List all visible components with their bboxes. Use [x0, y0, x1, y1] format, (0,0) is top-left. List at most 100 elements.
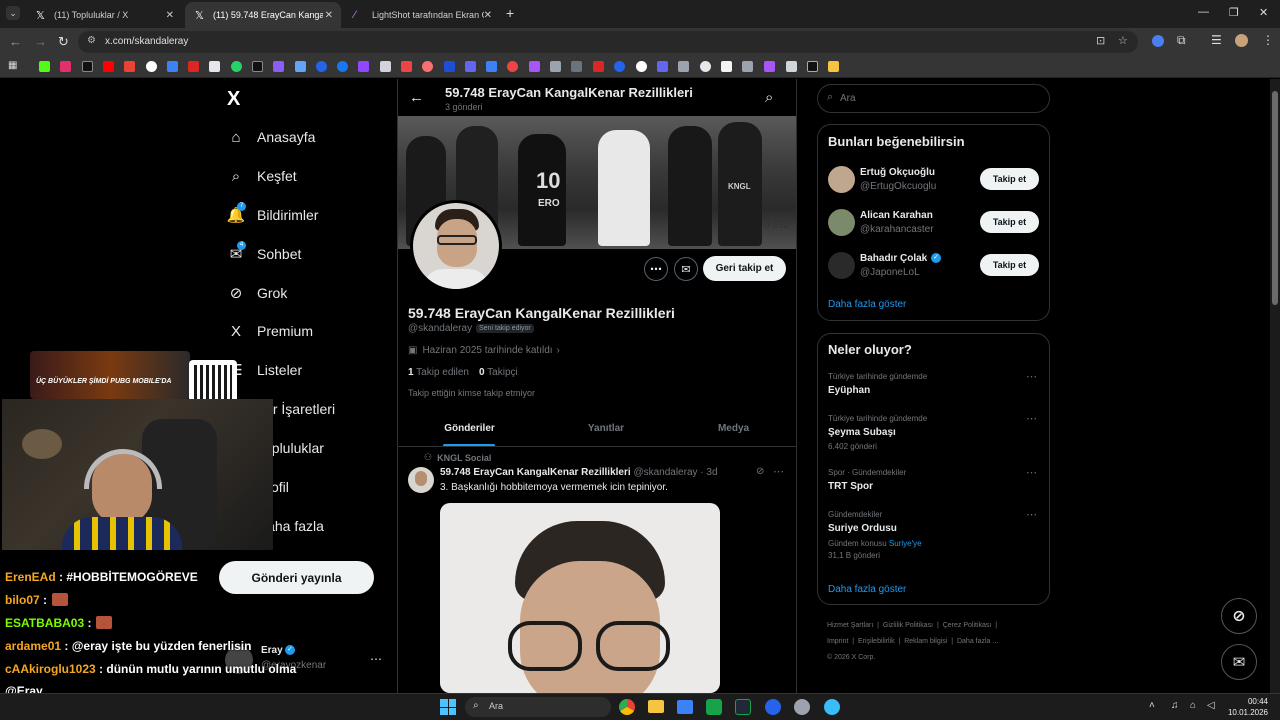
- bookmark-icon[interactable]: [295, 61, 306, 72]
- bookmark-icon[interactable]: [721, 61, 732, 72]
- search-box[interactable]: ⌕ Ara: [817, 84, 1050, 113]
- who-to-follow-row[interactable]: Ertuğ Okçuoğlu @ErtugOkcuoglu Takip et: [818, 162, 1049, 198]
- suggested-user-name[interactable]: Alican Karahan: [860, 210, 933, 221]
- back-icon[interactable]: ←: [9, 34, 22, 49]
- minimize-window-icon[interactable]: —: [1198, 6, 1209, 18]
- browser-tab-3[interactable]: ⁄ LightShot tarafından Ekran Gör... ✕: [344, 2, 500, 28]
- explorer-taskbar-icon[interactable]: [648, 700, 664, 713]
- tray-chevron-icon[interactable]: ˄: [1149, 700, 1155, 711]
- grok-icon[interactable]: ⊘: [756, 466, 764, 477]
- bookmark-icon[interactable]: [380, 61, 391, 72]
- bookmark-instagram-icon[interactable]: [60, 61, 71, 72]
- who-to-follow-row[interactable]: Bahadır Çolak ✓ @JaponeLoL Takip et: [818, 248, 1049, 284]
- address-bar[interactable]: ⚙ x.com/skandaleray ⊡ ☆: [78, 31, 1138, 53]
- x-logo[interactable]: X: [227, 88, 240, 111]
- bookmark-x-icon[interactable]: [82, 61, 93, 72]
- steam-taskbar-icon[interactable]: [794, 699, 810, 715]
- puzzle-icon[interactable]: ⧉: [1177, 33, 1186, 48]
- trend-more-icon[interactable]: ⋯: [1026, 370, 1037, 383]
- bookmark-gmail-icon[interactable]: [124, 61, 135, 72]
- close-window-icon[interactable]: ✕: [1259, 6, 1268, 19]
- show-more-link[interactable]: Daha fazla göster: [828, 299, 906, 310]
- bookmark-icon[interactable]: [273, 61, 284, 72]
- sidebar-icon[interactable]: ☰: [1211, 33, 1222, 47]
- post-more-icon[interactable]: ⋯: [773, 465, 784, 478]
- avatar[interactable]: [828, 209, 855, 236]
- browser-tab-1[interactable]: 𝕏 (11) Topluluklar / X ✕: [26, 2, 182, 28]
- bookmark-whatsapp-icon[interactable]: [231, 61, 242, 72]
- bookmark-icon[interactable]: [678, 61, 689, 72]
- site-info-icon[interactable]: ⚙: [87, 35, 96, 46]
- bookmark-icon[interactable]: [465, 61, 476, 72]
- app-taskbar-icon[interactable]: [706, 699, 722, 715]
- bookmark-icon[interactable]: [614, 61, 625, 72]
- start-icon[interactable]: [440, 699, 456, 715]
- post-image[interactable]: [440, 503, 720, 693]
- bookmark-icon[interactable]: [316, 61, 327, 72]
- footer-link[interactable]: Reklam bilgisi: [904, 638, 947, 645]
- profile-avatar-icon[interactable]: [1235, 34, 1248, 47]
- bookmark-icon[interactable]: [507, 61, 518, 72]
- browser-tab-2[interactable]: 𝕏 (11) 59.748 ErayCan KangalKenar Rezill…: [185, 2, 341, 28]
- bookmark-icon[interactable]: [401, 61, 412, 72]
- footer-link[interactable]: Hizmet Şartları: [827, 622, 873, 629]
- tab-replies[interactable]: Yanıtlar: [541, 412, 671, 446]
- suggested-user-name[interactable]: Ertuğ Okçuoğlu: [860, 167, 935, 178]
- bookmark-icon[interactable]: [486, 61, 497, 72]
- bookmark-google-icon[interactable]: [146, 61, 157, 72]
- sidebar-item-4[interactable]: ✉ 4 Sohbet: [227, 241, 301, 263]
- bookmark-icon[interactable]: [422, 61, 433, 72]
- more-options-button[interactable]: ⋯: [644, 257, 668, 281]
- sidebar-item-1[interactable]: ⌂ Anasayfa: [227, 128, 315, 146]
- bookmark-icon[interactable]: [444, 61, 455, 72]
- messages-floating-button[interactable]: ✉: [1221, 644, 1257, 680]
- excel-taskbar-icon[interactable]: [735, 699, 751, 715]
- post-time[interactable]: · 3d: [700, 467, 717, 478]
- scrollbar-thumb[interactable]: [1272, 91, 1278, 305]
- trend-item[interactable]: Spor · Gündemdekiler TRT Spor ⋯: [818, 466, 1049, 508]
- page-scrollbar[interactable]: [1270, 79, 1280, 693]
- reload-icon[interactable]: ↻: [58, 34, 69, 50]
- photos-taskbar-icon[interactable]: [677, 700, 693, 714]
- bookmark-icon[interactable]: [807, 61, 818, 72]
- post-author[interactable]: 59.748 ErayCan KangalKenar Rezillikleri: [440, 467, 631, 478]
- post-avatar[interactable]: [408, 467, 434, 493]
- footer-link[interactable]: Daha fazla ...: [957, 638, 998, 645]
- maximize-window-icon[interactable]: ❐: [1229, 6, 1239, 19]
- bookmark-icon[interactable]: [529, 61, 540, 72]
- following-link[interactable]: 1 Takip edilen: [408, 367, 469, 378]
- bookmark-icon[interactable]: [571, 61, 582, 72]
- forward-icon[interactable]: →: [34, 34, 47, 49]
- microphone-icon[interactable]: ♫: [1171, 700, 1179, 711]
- network-icon[interactable]: ⌂: [1190, 700, 1196, 711]
- trend-more-icon[interactable]: ⋯: [1026, 466, 1037, 479]
- follow-button[interactable]: Takip et: [980, 211, 1039, 233]
- sidebar-item-7[interactable]: ☰Listeler: [227, 361, 302, 379]
- apps-grid-icon[interactable]: ▦: [8, 60, 17, 71]
- trend-item[interactable]: Türkiye tarihinde gündemde Eyüphan ⋯: [818, 370, 1049, 412]
- sidebar-item-3[interactable]: 🔔 7 Bildirimler: [227, 202, 318, 224]
- bookmark-facebook-icon[interactable]: [337, 61, 348, 72]
- app-taskbar-icon[interactable]: [765, 699, 781, 715]
- grok-floating-button[interactable]: ⊘: [1221, 598, 1257, 634]
- trend-more-icon[interactable]: ⋯: [1026, 412, 1037, 425]
- trend-more-icon[interactable]: ⋯: [1026, 508, 1037, 521]
- footer-link[interactable]: Erişilebilirlik: [858, 638, 895, 645]
- bookmark-icon[interactable]: [167, 61, 178, 72]
- close-tab-icon[interactable]: ✕: [166, 10, 174, 21]
- avatar[interactable]: [828, 166, 855, 193]
- sidebar-item-5[interactable]: ⊘ Grok: [227, 284, 288, 302]
- bookmark-icon[interactable]: [786, 61, 797, 72]
- follow-button[interactable]: Takip et: [980, 254, 1039, 276]
- who-to-follow-row[interactable]: Alican Karahan @karahancaster Takip et: [818, 205, 1049, 241]
- sidebar-item-2[interactable]: ⌕ Keşfet: [227, 167, 297, 185]
- star-icon[interactable]: ☆: [1118, 34, 1128, 47]
- close-tab-icon[interactable]: ✕: [325, 10, 333, 21]
- extension-icon[interactable]: [1152, 35, 1164, 47]
- trend-topic-link[interactable]: Suriye'ye: [889, 539, 922, 548]
- follow-button[interactable]: Takip et: [980, 168, 1039, 190]
- volume-icon[interactable]: ◁: [1207, 700, 1215, 711]
- trend-item[interactable]: Türkiye tarihinde gündemde Şeyma Subaşı 6.…: [818, 412, 1049, 454]
- bookmark-icon[interactable]: [700, 61, 711, 72]
- post-button[interactable]: Gönderi yayınla: [219, 561, 374, 594]
